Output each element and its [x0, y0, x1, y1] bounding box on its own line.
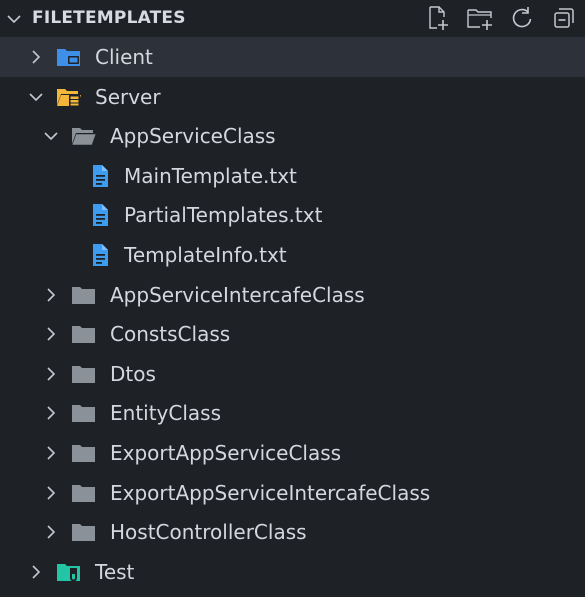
- chevron-right-icon[interactable]: [42, 325, 60, 343]
- refresh-button[interactable]: [507, 3, 537, 33]
- tree-folder-item[interactable]: ExportAppServiceClass: [0, 433, 585, 473]
- tree-item-label: EntityClass: [110, 401, 222, 426]
- folder-icon: [72, 286, 95, 304]
- tree-folder-item[interactable]: ConstsClass: [0, 314, 585, 354]
- tree-item-label: PartialTemplates.txt: [124, 203, 323, 228]
- file-tree: Client Server AppServiceClass MainTemplate.…: [0, 37, 585, 591]
- chevron-right-icon[interactable]: [42, 365, 60, 383]
- tree-folder-item[interactable]: Dtos: [0, 354, 585, 394]
- tree-folder-item[interactable]: HostControllerClass: [0, 512, 585, 552]
- server-folder-icon: [57, 88, 81, 106]
- tree-folder-item[interactable]: Server: [0, 77, 585, 117]
- tree-folder-item[interactable]: AppServiceIntercafeClass: [0, 275, 585, 315]
- tree-item-label: ExportAppServiceIntercafeClass: [110, 480, 431, 505]
- chevron-right-icon[interactable]: [42, 286, 60, 304]
- tree-item-label: AppServiceIntercafeClass: [110, 282, 365, 307]
- chevron-right-icon[interactable]: [27, 563, 45, 581]
- collapse-all-icon: [554, 8, 574, 28]
- tree-item-label: AppServiceClass: [110, 124, 276, 149]
- tree-item-label: Server: [95, 84, 161, 109]
- folder-icon: [72, 524, 95, 542]
- folder-open-icon: [71, 128, 97, 146]
- tree-file-item[interactable]: MainTemplate.txt: [0, 156, 585, 196]
- tree-folder-item[interactable]: ExportAppServiceIntercafeClass: [0, 473, 585, 513]
- new-folder-icon: [467, 9, 492, 30]
- folder-icon: [72, 444, 95, 462]
- chevron-down-icon[interactable]: [42, 127, 60, 145]
- folder-icon: [72, 326, 95, 344]
- file-explorer: FILETEMPLATES Client Server AppServiceCl…: [0, 0, 585, 597]
- chevron-right-icon[interactable]: [42, 404, 60, 422]
- chevron-right-icon[interactable]: [42, 484, 60, 502]
- folder-icon: [72, 405, 95, 423]
- new-file-icon: [429, 6, 448, 30]
- chevron-right-icon[interactable]: [42, 444, 60, 462]
- text-file-icon: [93, 164, 108, 187]
- chevron-right-icon[interactable]: [42, 523, 60, 541]
- tree-item-label: HostControllerClass: [110, 520, 307, 545]
- section-title: FILETEMPLATES: [32, 8, 186, 28]
- tree-item-label: MainTemplate.txt: [124, 163, 297, 188]
- new-file-button[interactable]: [423, 3, 453, 33]
- client-folder-icon: [57, 49, 80, 66]
- tree-item-label: Client: [95, 45, 153, 69]
- test-folder-icon: [57, 563, 80, 582]
- tree-folder-item[interactable]: AppServiceClass: [0, 116, 585, 156]
- tree-item-label: Dtos: [110, 361, 156, 386]
- explorer-section-header[interactable]: FILETEMPLATES: [0, 0, 585, 36]
- tree-folder-item[interactable]: Client: [0, 37, 585, 77]
- new-folder-button[interactable]: [465, 3, 495, 33]
- tree-item-label: TemplateInfo.txt: [124, 242, 287, 267]
- text-file-icon: [93, 243, 108, 266]
- collapse-all-button[interactable]: [549, 3, 579, 33]
- tree-item-label: ExportAppServiceClass: [110, 440, 342, 465]
- chevron-down-icon[interactable]: [27, 88, 45, 106]
- tree-folder-item[interactable]: EntityClass: [0, 393, 585, 433]
- folder-icon: [72, 484, 95, 502]
- tree-item-label: Test: [95, 559, 135, 584]
- chevron-down-icon[interactable]: [4, 9, 24, 29]
- chevron-right-icon[interactable]: [27, 48, 45, 66]
- tree-file-item[interactable]: TemplateInfo.txt: [0, 235, 585, 275]
- text-file-icon: [93, 204, 108, 227]
- folder-icon: [72, 365, 95, 383]
- tree-item-label: ConstsClass: [110, 322, 231, 347]
- tree-folder-item[interactable]: Test: [0, 552, 585, 592]
- section-actions: [423, 3, 579, 33]
- refresh-icon: [512, 7, 532, 28]
- tree-file-item[interactable]: PartialTemplates.txt: [0, 195, 585, 235]
